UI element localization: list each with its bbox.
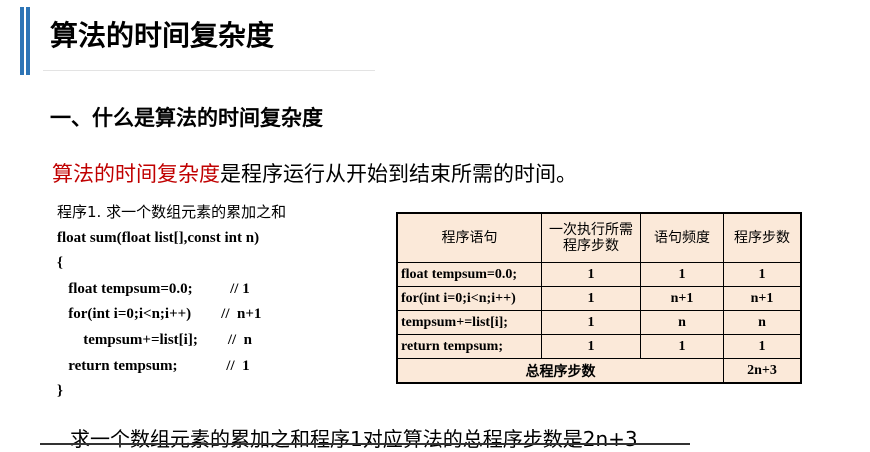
cell: 1	[640, 334, 724, 359]
cell: 1	[541, 286, 641, 311]
header-cell: 程序步数	[723, 212, 802, 263]
cell: n	[723, 310, 802, 335]
section-heading: 一、什么是算法的时间复杂度	[50, 106, 323, 130]
code-caption: 程序1. 求一个数组元素的累加之和	[57, 203, 287, 221]
cell: 1	[640, 262, 724, 287]
conclusion: 求一个数组元素的累加之和程序1对应算法的总程序步数是2n+3	[70, 427, 638, 451]
code-line: return tempsum; // 1	[57, 357, 250, 374]
header-cell: 一次执行所需程序步数	[541, 212, 641, 263]
cell: 1	[723, 334, 802, 359]
cell: n	[640, 310, 724, 335]
table-row: tempsum+=list[i]; 1 n n	[396, 310, 802, 335]
total-label: 总程序步数	[396, 358, 724, 384]
cell: 1	[723, 262, 802, 287]
cell: n+1	[723, 286, 802, 311]
cell: for(int i=0;i<n;i++)	[396, 286, 542, 311]
cell: n+1	[640, 286, 724, 311]
cell: float tempsum=0.0;	[396, 262, 542, 287]
accent-bar	[26, 7, 30, 75]
code-line: float tempsum=0.0; // 1	[57, 280, 250, 297]
code-line: {	[57, 255, 63, 272]
definition: 算法的时间复杂度是程序运行从开始到结束所需的时间。	[52, 158, 577, 188]
total-row: 总程序步数 2n+3	[396, 358, 802, 384]
cell: 1	[541, 262, 641, 287]
table-row: float tempsum=0.0; 1 1 1	[396, 262, 802, 287]
total-value: 2n+3	[723, 358, 802, 384]
code-line: for(int i=0;i<n;i++) // n+1	[57, 306, 262, 323]
cell: 1	[541, 334, 641, 359]
cell: tempsum+=list[i];	[396, 310, 542, 335]
table-row: return tempsum; 1 1 1	[396, 334, 802, 359]
header-cell: 语句频度	[640, 212, 724, 263]
table-row: for(int i=0;i<n;i++) 1 n+1 n+1	[396, 286, 802, 311]
header-cell: 程序语句	[396, 212, 542, 263]
definition-term: 算法的时间复杂度	[52, 162, 220, 186]
cell: 1	[541, 310, 641, 335]
code-line: float sum(float list[],const int n)	[57, 229, 260, 246]
code-line: tempsum+=list[i]; // n	[57, 331, 253, 348]
bottom-rule	[40, 443, 690, 445]
table-header-row: 程序语句 一次执行所需程序步数 语句频度 程序步数	[396, 212, 802, 263]
page-title: 算法的时间复杂度	[50, 19, 275, 52]
code-line: }	[57, 383, 63, 400]
step-table: 程序语句 一次执行所需程序步数 语句频度 程序步数 float tempsum=…	[396, 212, 802, 384]
definition-text: 是程序运行从开始到结束所需的时间。	[220, 162, 577, 186]
code-block: 程序1. 求一个数组元素的累加之和 float sum(float list[]…	[57, 200, 286, 405]
accent-bar	[20, 7, 24, 75]
divider	[43, 70, 375, 71]
cell: return tempsum;	[396, 334, 542, 359]
